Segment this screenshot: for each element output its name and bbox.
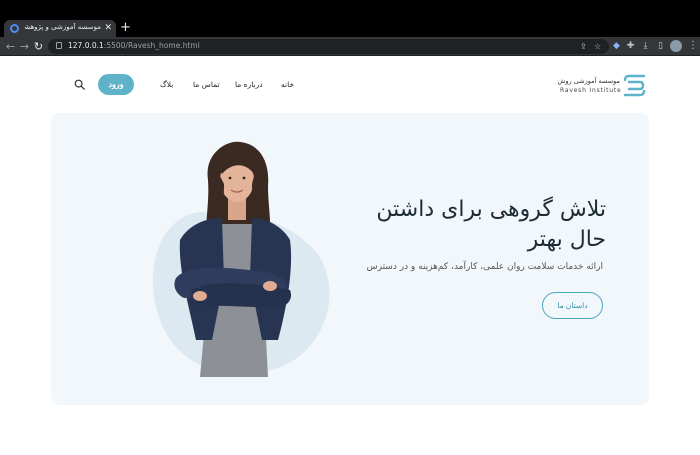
url-path: :5500/Ravesh_home.html [103, 41, 200, 50]
download-icon[interactable]: ⤓ [640, 41, 651, 52]
address-bar[interactable]: 127.0.0.1:5500/Ravesh_home.html ⇪ ☆ [48, 39, 609, 54]
url-text: 127.0.0.1:5500/Ravesh_home.html [68, 41, 200, 50]
tab-title: موسسه آموزشی و پژوهشی روش [25, 23, 101, 31]
login-button[interactable]: ورود [98, 74, 134, 95]
lock-icon[interactable] [56, 42, 62, 49]
hero-section [51, 113, 649, 405]
nav-item-blog[interactable]: بلاگ [160, 80, 173, 89]
logo-name-fa: موسسه آموزشی روش [557, 77, 620, 85]
our-story-button[interactable]: داستان ما [542, 292, 603, 319]
sidebar-icon[interactable]: ▯ [655, 41, 666, 52]
hero-title: تلاش گروهی برای داشتن حال بهتر [376, 197, 606, 252]
reload-icon[interactable]: ↻ [32, 40, 45, 53]
share-icon[interactable]: ⇪ [580, 40, 587, 53]
logo-name-en: Ravesh Institute [560, 87, 622, 94]
new-tab-button[interactable]: + [120, 21, 131, 35]
nav-item-contact[interactable]: تماس ما [193, 80, 220, 89]
browser-tab[interactable]: موسسه آموزشی و پژوهشی روش ✕ [4, 20, 116, 37]
profile-avatar[interactable] [670, 40, 682, 52]
bookmark-star-icon[interactable]: ☆ [594, 40, 601, 53]
forward-icon[interactable]: → [18, 40, 31, 53]
logo-icon[interactable] [622, 73, 647, 98]
close-tab-icon[interactable]: ✕ [104, 22, 112, 34]
nav-item-about[interactable]: درباره ما [235, 80, 263, 89]
hero-subtitle: ارائه خدمات سلامت روان علمی، کارآمد، کم‌… [366, 262, 603, 272]
browser-toolbar: ← → ↻ 127.0.0.1:5500/Ravesh_home.html ⇪ … [0, 37, 700, 56]
nav-item-home[interactable]: خانه [281, 80, 294, 89]
menu-icon[interactable]: ⋮ [688, 40, 698, 52]
search-icon[interactable] [74, 79, 85, 90]
puzzle-icon[interactable]: ✚ [625, 41, 636, 52]
loading-icon [10, 24, 19, 33]
tab-strip: موسسه آموزشی و پژوهشی روش ✕ + [0, 0, 700, 37]
hero-person-image [174, 141, 292, 377]
url-host: 127.0.0.1 [68, 41, 104, 50]
back-icon[interactable]: ← [4, 40, 17, 53]
extension-icon[interactable]: ◆ [611, 41, 622, 52]
